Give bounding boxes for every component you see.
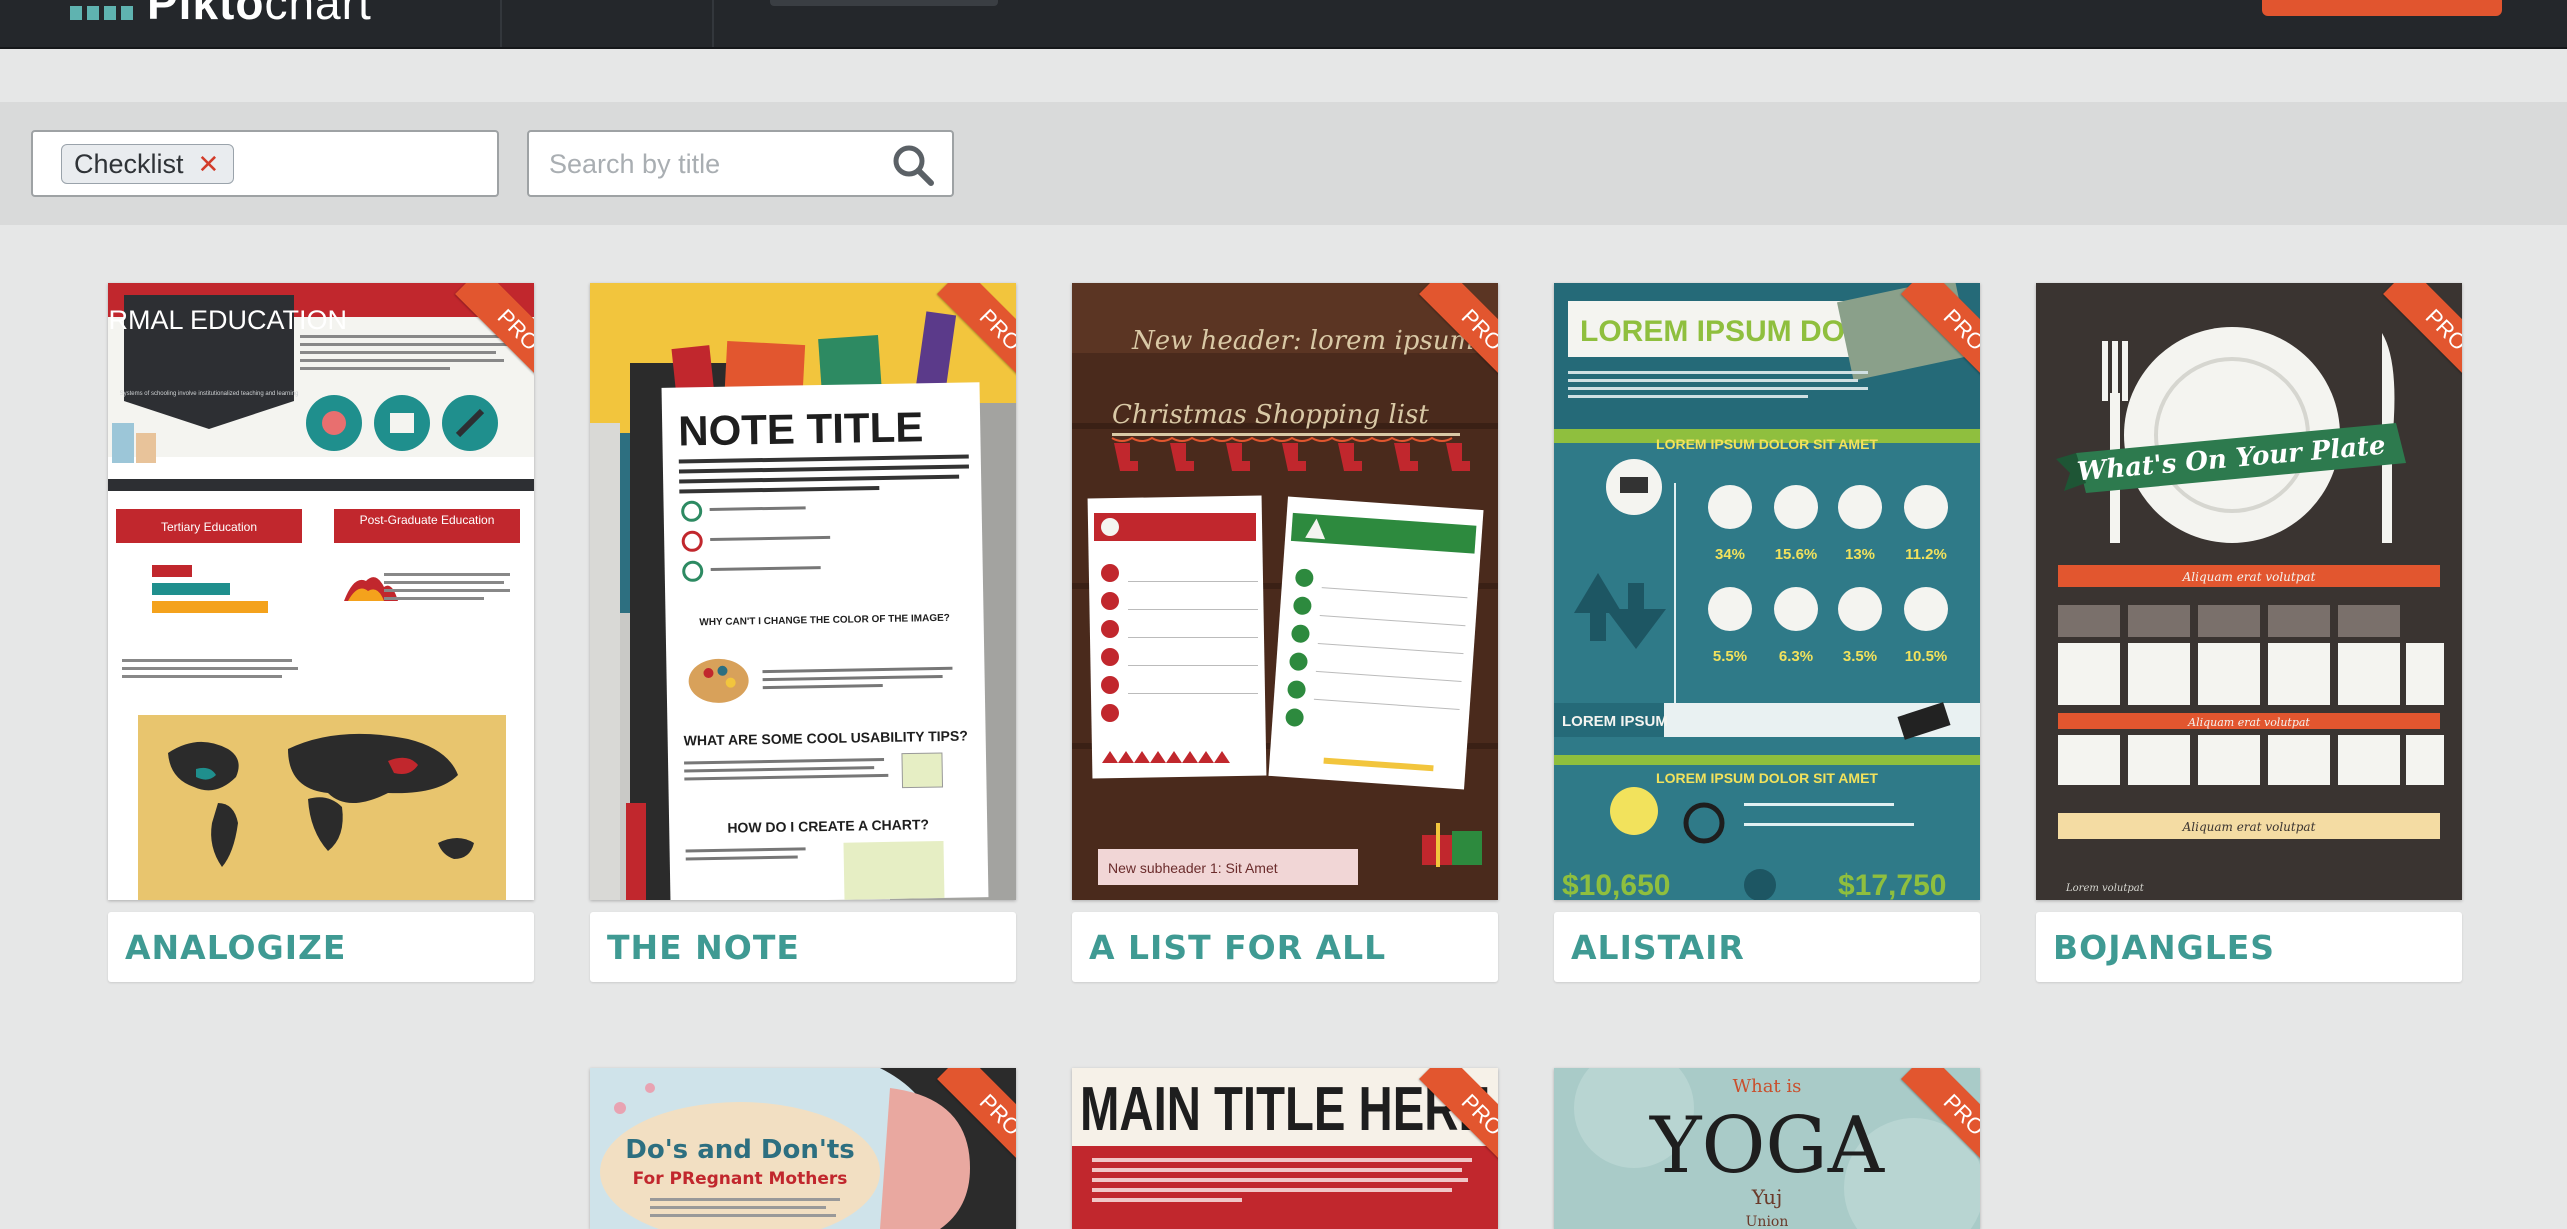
preview-subheading: Christmas Shopping list <box>1112 400 1429 430</box>
stat-value: 5.5% <box>1713 648 1747 665</box>
stat-value: 11.2% <box>1905 546 1947 563</box>
stat-value: 6.3% <box>1779 648 1813 665</box>
template-thumbnail[interactable]: Do's and Don'ts For PRegnant Mothers PRO <box>590 1068 1016 1229</box>
nav-divider <box>712 0 714 47</box>
stat-value: 34% <box>1715 546 1745 563</box>
search-box <box>527 130 954 197</box>
template-title[interactable]: ALISTAIR <box>1554 912 1980 982</box>
stat-value: 10.5% <box>1905 648 1948 665</box>
preview-heading: FORMAL EDUCATION <box>108 305 347 335</box>
logo-text: Piktochart <box>147 0 372 20</box>
preview-section: LOREM IPSUM DOLOR SIT AMET <box>1656 770 1878 786</box>
template-title[interactable]: ANALOGIZE <box>108 912 534 982</box>
template-title[interactable]: THE NOTE <box>590 912 1016 982</box>
preview-subheading: For PRegnant Mothers <box>633 1169 848 1189</box>
search-icon[interactable] <box>890 142 936 188</box>
preview-money: $17,750 <box>1838 869 1946 900</box>
preview-money: $10,650 <box>1562 869 1670 900</box>
preview-section-left: Tertiary Education <box>161 520 257 534</box>
preview-subheading: Systems of schooling involve institution… <box>120 391 299 397</box>
top-navigation-bar: Piktochart <box>0 0 2567 49</box>
template-thumbnail[interactable]: NOTE TITLE WHY CAN'T I CHANGE THE COLOR … <box>590 283 1016 900</box>
preview-banner: LOREM IPSUM <box>1562 713 1668 730</box>
template-thumbnail[interactable]: FORMAL EDUCATION Systems of schooling in… <box>108 283 534 900</box>
template-thumbnail[interactable]: What's On Your Plate Aliquam erat volutp… <box>2036 283 2462 900</box>
preview-footer: Lorem volutpat <box>2065 883 2145 894</box>
stat-value: 15.6% <box>1775 546 1818 563</box>
nav-search-field[interactable] <box>770 0 998 6</box>
preview-heading: YOGA <box>1649 1101 1886 1191</box>
logo[interactable]: Piktochart <box>70 0 372 20</box>
preview-heading: New header: lorem ipsum <box>1131 326 1474 356</box>
template-thumbnail[interactable]: What is YOGA Yuj Union PRO <box>1554 1068 1980 1229</box>
tag-filter-input[interactable]: Checklist ✕ <box>31 130 499 197</box>
create-button[interactable] <box>2262 0 2502 16</box>
template-title[interactable]: BOJANGLES <box>2036 912 2462 982</box>
tag-label: Checklist <box>74 148 184 179</box>
template-thumbnail[interactable]: MAIN TITLE HERE PRO <box>1072 1068 1498 1229</box>
preview-footer: New subheader 1: Sit Amet <box>1108 860 1278 876</box>
preview-band: Aliquam erat volutpat <box>2182 820 2316 834</box>
preview-heading: NOTE TITLE <box>678 403 924 454</box>
preview-heading: Do's and Don'ts <box>625 1135 854 1165</box>
preview-kicker: What is <box>1733 1076 1802 1097</box>
stat-value: 3.5% <box>1843 648 1877 665</box>
stat-value: 13% <box>1845 546 1875 563</box>
template-title[interactable]: A LIST FOR ALL <box>1072 912 1498 982</box>
nav-divider <box>500 0 502 47</box>
template-thumbnail[interactable]: New header: lorem ipsum Christmas Shoppi… <box>1072 283 1498 900</box>
preview-sub: Yuj <box>1751 1185 1783 1209</box>
preview-section: LOREM IPSUM DOLOR SIT AMET <box>1656 436 1878 452</box>
filter-bar: Checklist ✕ <box>0 102 2567 225</box>
preview-heading: MAIN TITLE HERE <box>1080 1075 1490 1144</box>
active-filter-tag: Checklist ✕ <box>61 144 235 184</box>
search-input[interactable] <box>549 144 869 184</box>
preview-sub: Union <box>1746 1214 1789 1229</box>
template-thumbnail[interactable]: LOREM IPSUM DOLOR LOREM IPSUM DOLOR SIT … <box>1554 283 1980 900</box>
logo-bars-icon <box>70 0 133 20</box>
preview-section-right: Post-Graduate Education <box>360 513 495 527</box>
preview-band: Aliquam erat volutpat <box>2182 570 2316 584</box>
preview-band: Aliquam erat volutpat <box>2187 716 2310 729</box>
remove-tag-icon[interactable]: ✕ <box>198 151 220 177</box>
